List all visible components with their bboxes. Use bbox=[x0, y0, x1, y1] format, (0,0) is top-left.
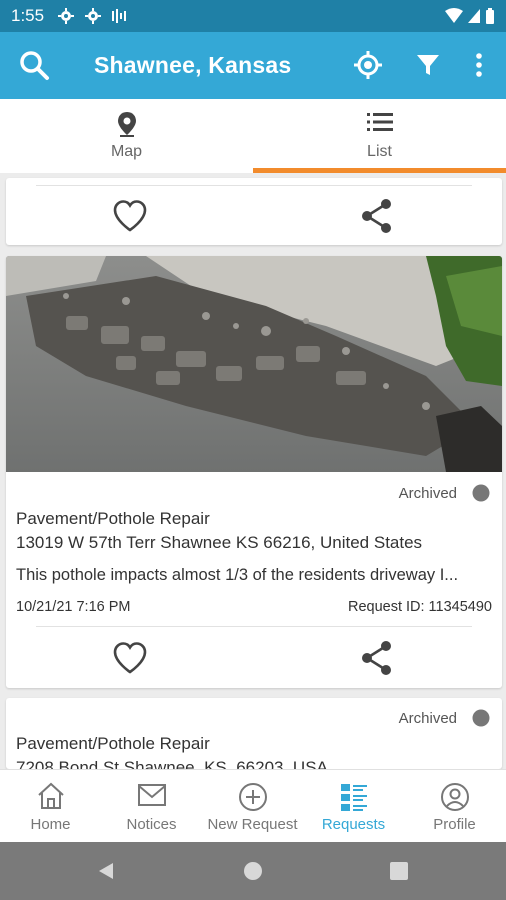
share-icon[interactable] bbox=[360, 198, 394, 239]
request-address: 13019 W 57th Terr Shawnee KS 66216, Unit… bbox=[16, 533, 423, 552]
mail-icon bbox=[137, 782, 167, 813]
bottom-nav: Home Notices New Request Requests Profil… bbox=[0, 769, 506, 842]
status-system-icons bbox=[444, 7, 496, 30]
nav-requests-label: Requests bbox=[321, 816, 386, 833]
app-title: Shawnee, Kansas bbox=[94, 52, 292, 78]
nav-notices[interactable]: Notices bbox=[101, 770, 202, 843]
tab-list-label: List bbox=[367, 143, 392, 160]
status-dot-icon bbox=[472, 709, 490, 732]
more-options-icon[interactable] bbox=[463, 49, 495, 81]
nav-profile-label: Profile bbox=[433, 816, 476, 833]
request-card-next[interactable]: Archived Pavement/Pothole Repair 7208 Bo… bbox=[6, 698, 502, 769]
system-nav-bar bbox=[0, 842, 506, 900]
status-time: 1:55 bbox=[11, 6, 45, 25]
add-circle-icon bbox=[238, 782, 268, 817]
request-category: Pavement/Pothole Repair bbox=[16, 509, 210, 528]
home-button-icon[interactable] bbox=[244, 862, 262, 885]
request-description: This pothole impacts almost 1/3 of the r… bbox=[16, 566, 459, 584]
card-divider bbox=[36, 185, 472, 186]
search-icon[interactable] bbox=[18, 49, 50, 81]
status-dot-icon bbox=[472, 484, 490, 507]
request-category: Pavement/Pothole Repair bbox=[16, 734, 210, 753]
back-icon[interactable] bbox=[96, 861, 116, 886]
recents-icon[interactable] bbox=[390, 862, 408, 885]
status-notification-icons bbox=[58, 7, 138, 30]
nav-home-label: Home bbox=[30, 816, 71, 833]
tab-map-label: Map bbox=[110, 143, 143, 160]
nav-notices-label: Notices bbox=[126, 816, 177, 833]
my-location-icon[interactable] bbox=[352, 49, 384, 81]
status-bar: 1:55 bbox=[0, 0, 506, 32]
home-icon bbox=[36, 782, 66, 815]
filter-icon[interactable] bbox=[412, 49, 444, 81]
favorite-icon[interactable] bbox=[112, 641, 148, 680]
nav-requests[interactable]: Requests bbox=[303, 770, 404, 843]
view-tabs: Map List bbox=[0, 99, 506, 173]
tab-map[interactable]: Map bbox=[0, 99, 253, 173]
app-bar: Shawnee, Kansas bbox=[0, 32, 506, 99]
tab-list[interactable]: List bbox=[253, 99, 506, 173]
active-tab-indicator bbox=[253, 168, 506, 173]
request-address: 7208 Bond St Shawnee, KS, 66203, USA bbox=[16, 758, 328, 769]
status-badge: Archived bbox=[398, 710, 457, 727]
list-icon bbox=[366, 111, 393, 138]
nav-profile[interactable]: Profile bbox=[404, 770, 505, 843]
favorite-icon[interactable] bbox=[112, 199, 148, 238]
map-pin-icon bbox=[116, 111, 138, 142]
requests-list-icon bbox=[339, 782, 369, 817]
request-date: 10/21/21 7:16 PM bbox=[16, 599, 131, 615]
nav-new-request-label: New Request bbox=[207, 816, 298, 833]
status-badge: Archived bbox=[398, 485, 457, 502]
nav-home[interactable]: Home bbox=[0, 770, 101, 843]
pothole-photo[interactable] bbox=[6, 256, 502, 472]
profile-icon bbox=[440, 782, 470, 817]
request-card[interactable]: Archived Pavement/Pothole Repair 13019 W… bbox=[6, 256, 502, 688]
request-id: Request ID: 11345490 bbox=[347, 599, 492, 615]
request-card-partial[interactable] bbox=[6, 178, 502, 245]
card-divider bbox=[36, 626, 472, 627]
nav-new-request[interactable]: New Request bbox=[202, 770, 303, 843]
share-icon[interactable] bbox=[360, 640, 394, 681]
